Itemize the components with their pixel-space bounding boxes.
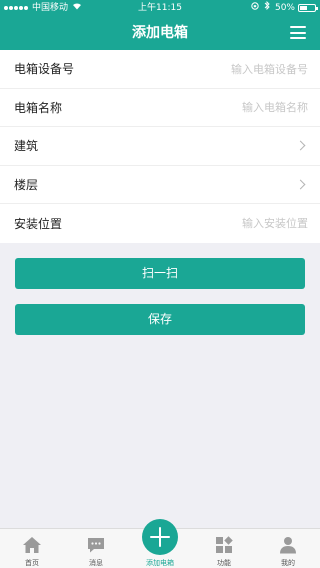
tab-label: 功能 bbox=[217, 559, 231, 567]
tab-label: 消息 bbox=[89, 559, 103, 567]
field-building[interactable]: 建筑 bbox=[0, 127, 320, 166]
field-label: 电箱名称 bbox=[14, 100, 63, 115]
add-box-plus-icon[interactable] bbox=[142, 519, 178, 555]
bluetooth-icon bbox=[264, 0, 270, 16]
save-button[interactable]: 保存 bbox=[15, 304, 305, 335]
field-floor[interactable]: 楼层 bbox=[0, 166, 320, 204]
header-bar: 中国移动 上午11:15 50% 添加电箱 bbox=[0, 0, 320, 50]
status-bar: 中国移动 上午11:15 50% bbox=[0, 0, 320, 16]
install-location-input[interactable] bbox=[148, 214, 308, 232]
nav-bar: 添加电箱 bbox=[0, 16, 320, 50]
tab-profile[interactable]: 我的 bbox=[256, 529, 320, 568]
page-title: 添加电箱 bbox=[132, 25, 188, 41]
tab-label: 我的 bbox=[281, 559, 295, 567]
chevron-right-icon bbox=[295, 179, 306, 189]
field-label: 建筑 bbox=[14, 139, 39, 154]
home-icon bbox=[23, 537, 41, 553]
tab-home[interactable]: 首页 bbox=[0, 529, 64, 568]
scan-button[interactable]: 扫一扫 bbox=[15, 258, 305, 289]
tab-messages[interactable]: 消息 bbox=[64, 529, 128, 568]
field-label: 安装位置 bbox=[14, 216, 63, 231]
grid-icon bbox=[216, 536, 233, 553]
message-icon bbox=[88, 538, 104, 553]
field-device-number: 电箱设备号 bbox=[0, 50, 320, 89]
box-name-input[interactable] bbox=[148, 98, 308, 117]
user-icon bbox=[280, 537, 296, 554]
add-box-form: 电箱设备号 电箱名称 建筑 楼层 安装位置 bbox=[0, 50, 320, 243]
tab-label: 添加电箱 bbox=[146, 559, 174, 567]
hamburger-menu-icon[interactable] bbox=[290, 26, 306, 39]
field-box-name: 电箱名称 bbox=[0, 89, 320, 127]
tab-label: 首页 bbox=[25, 559, 39, 567]
battery-icon bbox=[298, 4, 318, 12]
chevron-right-icon bbox=[295, 140, 306, 151]
lock-rotation-icon bbox=[251, 0, 259, 16]
battery-fill bbox=[300, 6, 307, 10]
field-label: 楼层 bbox=[14, 177, 39, 192]
device-number-input[interactable] bbox=[148, 60, 308, 78]
tab-functions[interactable]: 功能 bbox=[192, 529, 256, 568]
battery-percent: 50% bbox=[274, 3, 295, 13]
field-label: 电箱设备号 bbox=[14, 62, 75, 77]
field-install-location: 安装位置 bbox=[0, 204, 320, 243]
